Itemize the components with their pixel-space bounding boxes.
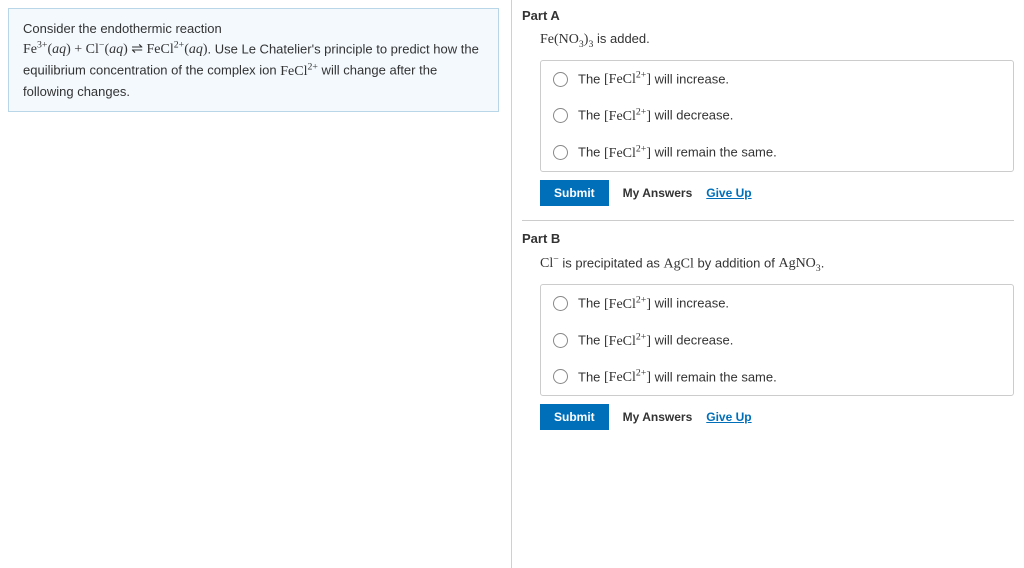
cl-minus: Cl− [540,256,559,271]
radio-icon [553,369,568,384]
part-a-option-3[interactable]: The [FeCl2+] will remain the same. [541,134,1013,171]
fecl2plus-bracket: [FeCl2+] [604,146,651,161]
fe-no3-3: Fe(NO3)3 [540,32,593,47]
part-b-actions: Submit My Answers Give Up [540,404,1014,430]
part-b-title: Part B [522,231,1014,246]
divider [522,220,1014,221]
part-b-option-2[interactable]: The [FeCl2+] will decrease. [541,322,1013,359]
radio-icon [553,333,568,348]
part-a-option-1[interactable]: The [FeCl2+] will increase. [541,61,1013,98]
submit-button[interactable]: Submit [540,404,609,430]
submit-button[interactable]: Submit [540,180,609,206]
part-b-option-3[interactable]: The [FeCl2+] will remain the same. [541,359,1013,396]
fecl2plus-bracket: [FeCl2+] [604,297,651,312]
part-b-options: The [FeCl2+] will increase. The [FeCl2+]… [540,284,1014,396]
prompt-line1: Consider the endothermic reaction [23,21,222,36]
part-a-stem: Fe(NO3)3 is added. [540,31,1014,50]
part-b-option-1[interactable]: The [FeCl2+] will increase. [541,285,1013,322]
part-a-options: The [FeCl2+] will increase. The [FeCl2+]… [540,60,1014,172]
my-answers-link[interactable]: My Answers [623,410,693,424]
agno3: AgNO3 [778,256,820,271]
complex-ion: FeCl2+ [280,64,318,79]
radio-icon [553,108,568,123]
reaction-equation: Fe3+(aq) + Cl−(aq) ⇌ FeCl2+(aq) [23,42,208,57]
part-a-actions: Submit My Answers Give Up [540,180,1014,206]
my-answers-link[interactable]: My Answers [623,186,693,200]
radio-icon [553,145,568,160]
question-prompt: Consider the endothermic reaction Fe3+(a… [8,8,499,112]
fecl2plus-bracket: [FeCl2+] [604,72,651,87]
fecl2plus-bracket: [FeCl2+] [604,334,651,349]
part-a-option-2[interactable]: The [FeCl2+] will decrease. [541,97,1013,134]
give-up-link[interactable]: Give Up [706,410,751,424]
radio-icon [553,296,568,311]
give-up-link[interactable]: Give Up [706,186,751,200]
fecl2plus-bracket: [FeCl2+] [604,370,651,385]
radio-icon [553,72,568,87]
agcl: AgCl [664,256,694,271]
fecl2plus-bracket: [FeCl2+] [604,109,651,124]
part-a-title: Part A [522,8,1014,23]
part-b-stem: Cl− is precipitated as AgCl by addition … [540,254,1014,274]
